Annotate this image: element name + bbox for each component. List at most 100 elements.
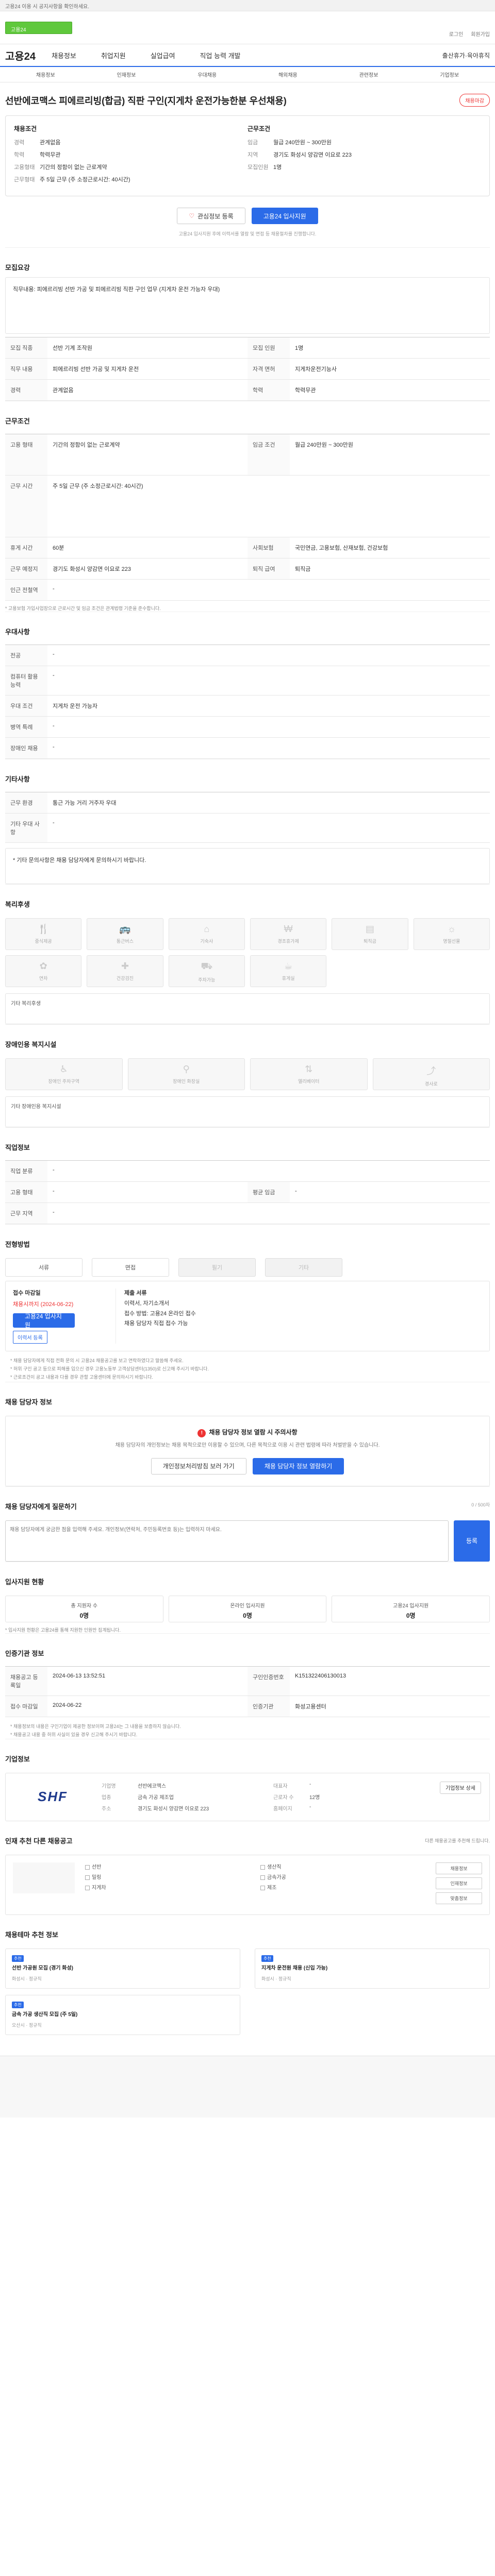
apply-deadline: 채용시까지 (2024-06-22) xyxy=(13,1301,74,1308)
view-contact-button[interactable]: 채용 담당자 정보 열람하기 xyxy=(252,1458,344,1475)
pref-table: 전공 - 컴퓨터 활용 능력 - 우대 조건 지게차 운전 가능자 병역 특례 - 장애… xyxy=(5,645,490,759)
qa-submit-button[interactable]: 등록 xyxy=(454,1520,490,1562)
summary-heading: 근무조건 xyxy=(248,125,271,132)
status-badge: 채용마감 xyxy=(459,94,490,107)
welfare-card: 🚌 통근버스 xyxy=(87,918,163,950)
job-table: 직업 분류 - 고용 형태 - 평균 임금 - 근무 지역 - xyxy=(5,1160,490,1224)
facility-card: ⚲ 장애인 화장실 xyxy=(127,1058,245,1090)
nav-item-jobs[interactable]: 채용정보 xyxy=(52,50,76,60)
table-row: 인근 전철역 - xyxy=(5,580,490,601)
interest-card[interactable]: 추천 지게차 운전원 채용 (신입 가능) 화성시 · 정규직 xyxy=(255,1948,490,1989)
note-line: * 근로조건이 공고 내용과 다를 경우 관할 고용센터에 문의하시기 바랍니다… xyxy=(10,1375,153,1380)
table-row: 모집 직종 선반 기계 조작원 모집 인원 1명 xyxy=(5,337,490,359)
section-title-qa: 채용 담당자에게 질문하기 0 / 500자 xyxy=(5,1486,490,1516)
subnav-item[interactable]: 해외채용 xyxy=(248,71,328,78)
manager-notes: * 채용정보의 내용은 구인기업이 제공한 정보이며 고용24는 그 내용을 보… xyxy=(5,1722,490,1739)
section-title-job: 직업정보 xyxy=(5,1127,490,1157)
car-icon: ⛟ xyxy=(201,961,213,971)
side-link[interactable]: 채용정보 xyxy=(436,1862,482,1874)
filter-checkbox[interactable]: 금속가공 xyxy=(260,1873,425,1883)
subnav-item[interactable]: 관련정보 xyxy=(328,71,409,78)
table-row: 우대 조건 지게차 운전 가능자 xyxy=(5,696,490,717)
util-menu: 로그인 회원가입 xyxy=(443,30,490,38)
summary-heading: 채용조건 xyxy=(14,125,37,132)
qa-input[interactable] xyxy=(5,1520,449,1562)
subnav-item[interactable]: 인재정보 xyxy=(86,71,167,78)
summary-conditions: 채용조건 경력 관계없음 학력 학력무관 고용형태 기간의 정함이 없는 근로계약 근… xyxy=(14,124,248,188)
section-title-manager: 인증기관 정보 xyxy=(5,1633,490,1663)
privacy-policy-button[interactable]: 개인정보처리방침 보러 가기 xyxy=(151,1458,246,1475)
facility-card: ♿ 장애인 주차구역 xyxy=(5,1058,123,1090)
table-row: 경력 관계없음 학력 학력무관 xyxy=(5,380,490,401)
welfare-card: ⌂ 기숙사 xyxy=(168,918,245,950)
apply-deadline-label: 접수 마감일 xyxy=(13,1290,41,1296)
filter-checkbox[interactable]: 밀링 xyxy=(85,1873,250,1883)
related-note: 다른 채용공고를 추천해 드립니다. xyxy=(425,1838,490,1843)
nav-brand[interactable]: 고용24 xyxy=(5,48,52,63)
scrap-button[interactable]: ♡ 관심정보 등록 xyxy=(177,208,245,224)
note-line: * 허위 구인 공고 등으로 피해를 입으신 경우 고용노동부 고객상담센터(1… xyxy=(10,1366,209,1372)
main-content: 선반에코맥스 피에르리빙(합금) 직판 구인(지게차 운전가능한분 우선채용) … xyxy=(0,82,495,2035)
section-title-process: 전형방법 xyxy=(5,1224,490,1254)
nav-item-training[interactable]: 직업 능력 개발 xyxy=(200,50,241,60)
summary-row: 임금 월급 240만원 ~ 300만원 xyxy=(248,140,332,146)
stats-note: * 입사지원 현황은 고용24를 통해 지원한 인원만 집계됩니다. xyxy=(5,1627,121,1633)
job-summary: 채용조건 경력 관계없음 학력 학력무관 고용형태 기간의 정함이 없는 근로계약 근… xyxy=(5,115,490,196)
note-line: * 채용정보의 내용은 구인기업이 제공한 정보이며 고용24는 그 내용을 보… xyxy=(10,1723,181,1729)
filter-checkbox[interactable]: 선반 xyxy=(85,1862,250,1873)
global-nav: 고용24 채용정보 취업지원 실업급여 직업 능력 개발 출산휴가·육아휴직 xyxy=(0,44,495,67)
stat-card: 고용24 입사지원 0명 xyxy=(332,1595,490,1622)
site-logo[interactable]: 고용24 xyxy=(5,22,72,34)
apply-now-button[interactable]: 고용24 입사지원 xyxy=(13,1313,75,1329)
stat-card: 총 지원자 수 0명 xyxy=(5,1595,163,1622)
interest-card[interactable]: 추천 선반 가공원 모집 (경기 화성) 화성시 · 정규직 xyxy=(5,1948,240,1989)
filter-checkbox[interactable]: 제조 xyxy=(260,1883,425,1893)
holiday-icon: ☼ xyxy=(447,924,456,934)
apply-right: 제출 서류 이력서, 자기소개서 접수 방법: 고용24 온라인 접수 채용 담… xyxy=(116,1289,482,1344)
welfare-card: ▤ 퇴직금 xyxy=(332,918,408,950)
welfare-grid: 🍴 중식제공 🚌 통근버스 ⌂ 기숙사 ₩ 경조휴가제 ▤ 퇴직금 ☼ 명절선물 ✿ 연차 ✚… xyxy=(5,918,490,987)
summary-work: 근무조건 임금 월급 240만원 ~ 300만원 지역 경기도 화성시 양감면 이요… xyxy=(248,124,481,188)
company-info: 기업명 선반에코맥스 대표자 - 업종 금속 가공 제조업 근로자 수 12명 주소 경기… xyxy=(102,1781,320,1812)
facility-card: ⤴ 경사로 xyxy=(372,1058,490,1090)
apply-button[interactable]: 고용24 입사지원 xyxy=(251,208,318,224)
meal-icon: 🍴 xyxy=(37,924,50,934)
login-link[interactable]: 로그인 xyxy=(449,32,464,38)
site-footer xyxy=(0,2055,495,2117)
apply-note: 고용24 입사지원 후에 이력서를 열람 및 면접 등 채용절차를 진행합니다. xyxy=(178,231,317,236)
resume-register-button[interactable]: 이력서 등록 xyxy=(13,1331,47,1344)
signup-link[interactable]: 회원가입 xyxy=(471,32,490,38)
table-row: 직무 내용 피에르리빙 선반 가공 및 지게차 운전 자격 면허 지게차운전기능사 xyxy=(5,359,490,380)
subnav-item[interactable]: 기업정보 xyxy=(409,71,490,78)
ramp-icon: ♿ xyxy=(59,1064,68,1074)
table-row: 근무 지역 - xyxy=(5,1203,490,1224)
section-title-pref: 우대사항 xyxy=(5,612,490,641)
welfare-card: ⛟ 주차가능 xyxy=(168,955,245,987)
apply-left: 접수 마감일 채용시까지 (2024-06-22) 고용24 입사지원 이력서 … xyxy=(13,1289,116,1344)
table-row: 전공 - xyxy=(5,645,490,666)
side-link[interactable]: 인재정보 xyxy=(436,1877,482,1889)
interest-card[interactable]: 추천 금속 가공 생산직 모집 (주 5일) 오산시 · 정규직 xyxy=(5,1994,240,2035)
table-row: 근무 시간 주 5일 근무 (주 소정근로시간: 40시간) xyxy=(5,476,490,537)
summary-row: 근무형태 주 5일 근무 (주 소정근로시간: 40시간) xyxy=(14,177,130,183)
subnav-item[interactable]: 우대채용 xyxy=(167,71,248,78)
company-logo: SHF xyxy=(38,1789,68,1805)
welfare-card: ✿ 연차 xyxy=(5,955,82,987)
alert-icon: ! xyxy=(197,1429,206,1437)
nav-item-benefit[interactable]: 실업급여 xyxy=(151,50,175,60)
nav-item-support[interactable]: 취업지원 xyxy=(101,50,126,60)
nav-item-leave[interactable]: 출산휴가·육아휴직 xyxy=(442,51,490,60)
filter-checkbox[interactable]: 지게차 xyxy=(85,1883,250,1893)
bus-icon: 🚌 xyxy=(119,924,131,934)
subnav-item[interactable]: 채용정보 xyxy=(5,71,86,78)
company-box: SHF 기업명 선반에코맥스 대표자 - 업종 금속 가공 제조업 근로자 수 12명 … xyxy=(5,1772,490,1821)
apply-box: 접수 마감일 채용시까지 (2024-06-22) 고용24 입사지원 이력서 … xyxy=(5,1281,490,1351)
section-title-recruit: 모집요강 xyxy=(5,247,490,277)
stat-card: 온라인 입사지원 0명 xyxy=(168,1595,327,1622)
heart-icon: ♡ xyxy=(189,212,195,219)
qa-form: 등록 xyxy=(5,1520,490,1562)
section-title-disabled: 장애인용 복지시설 xyxy=(5,1024,490,1054)
filter-checkbox[interactable]: 생산직 xyxy=(260,1862,425,1873)
side-link[interactable]: 맞춤정보 xyxy=(436,1892,482,1904)
company-detail-button[interactable]: 기업정보 상세 xyxy=(440,1781,481,1794)
